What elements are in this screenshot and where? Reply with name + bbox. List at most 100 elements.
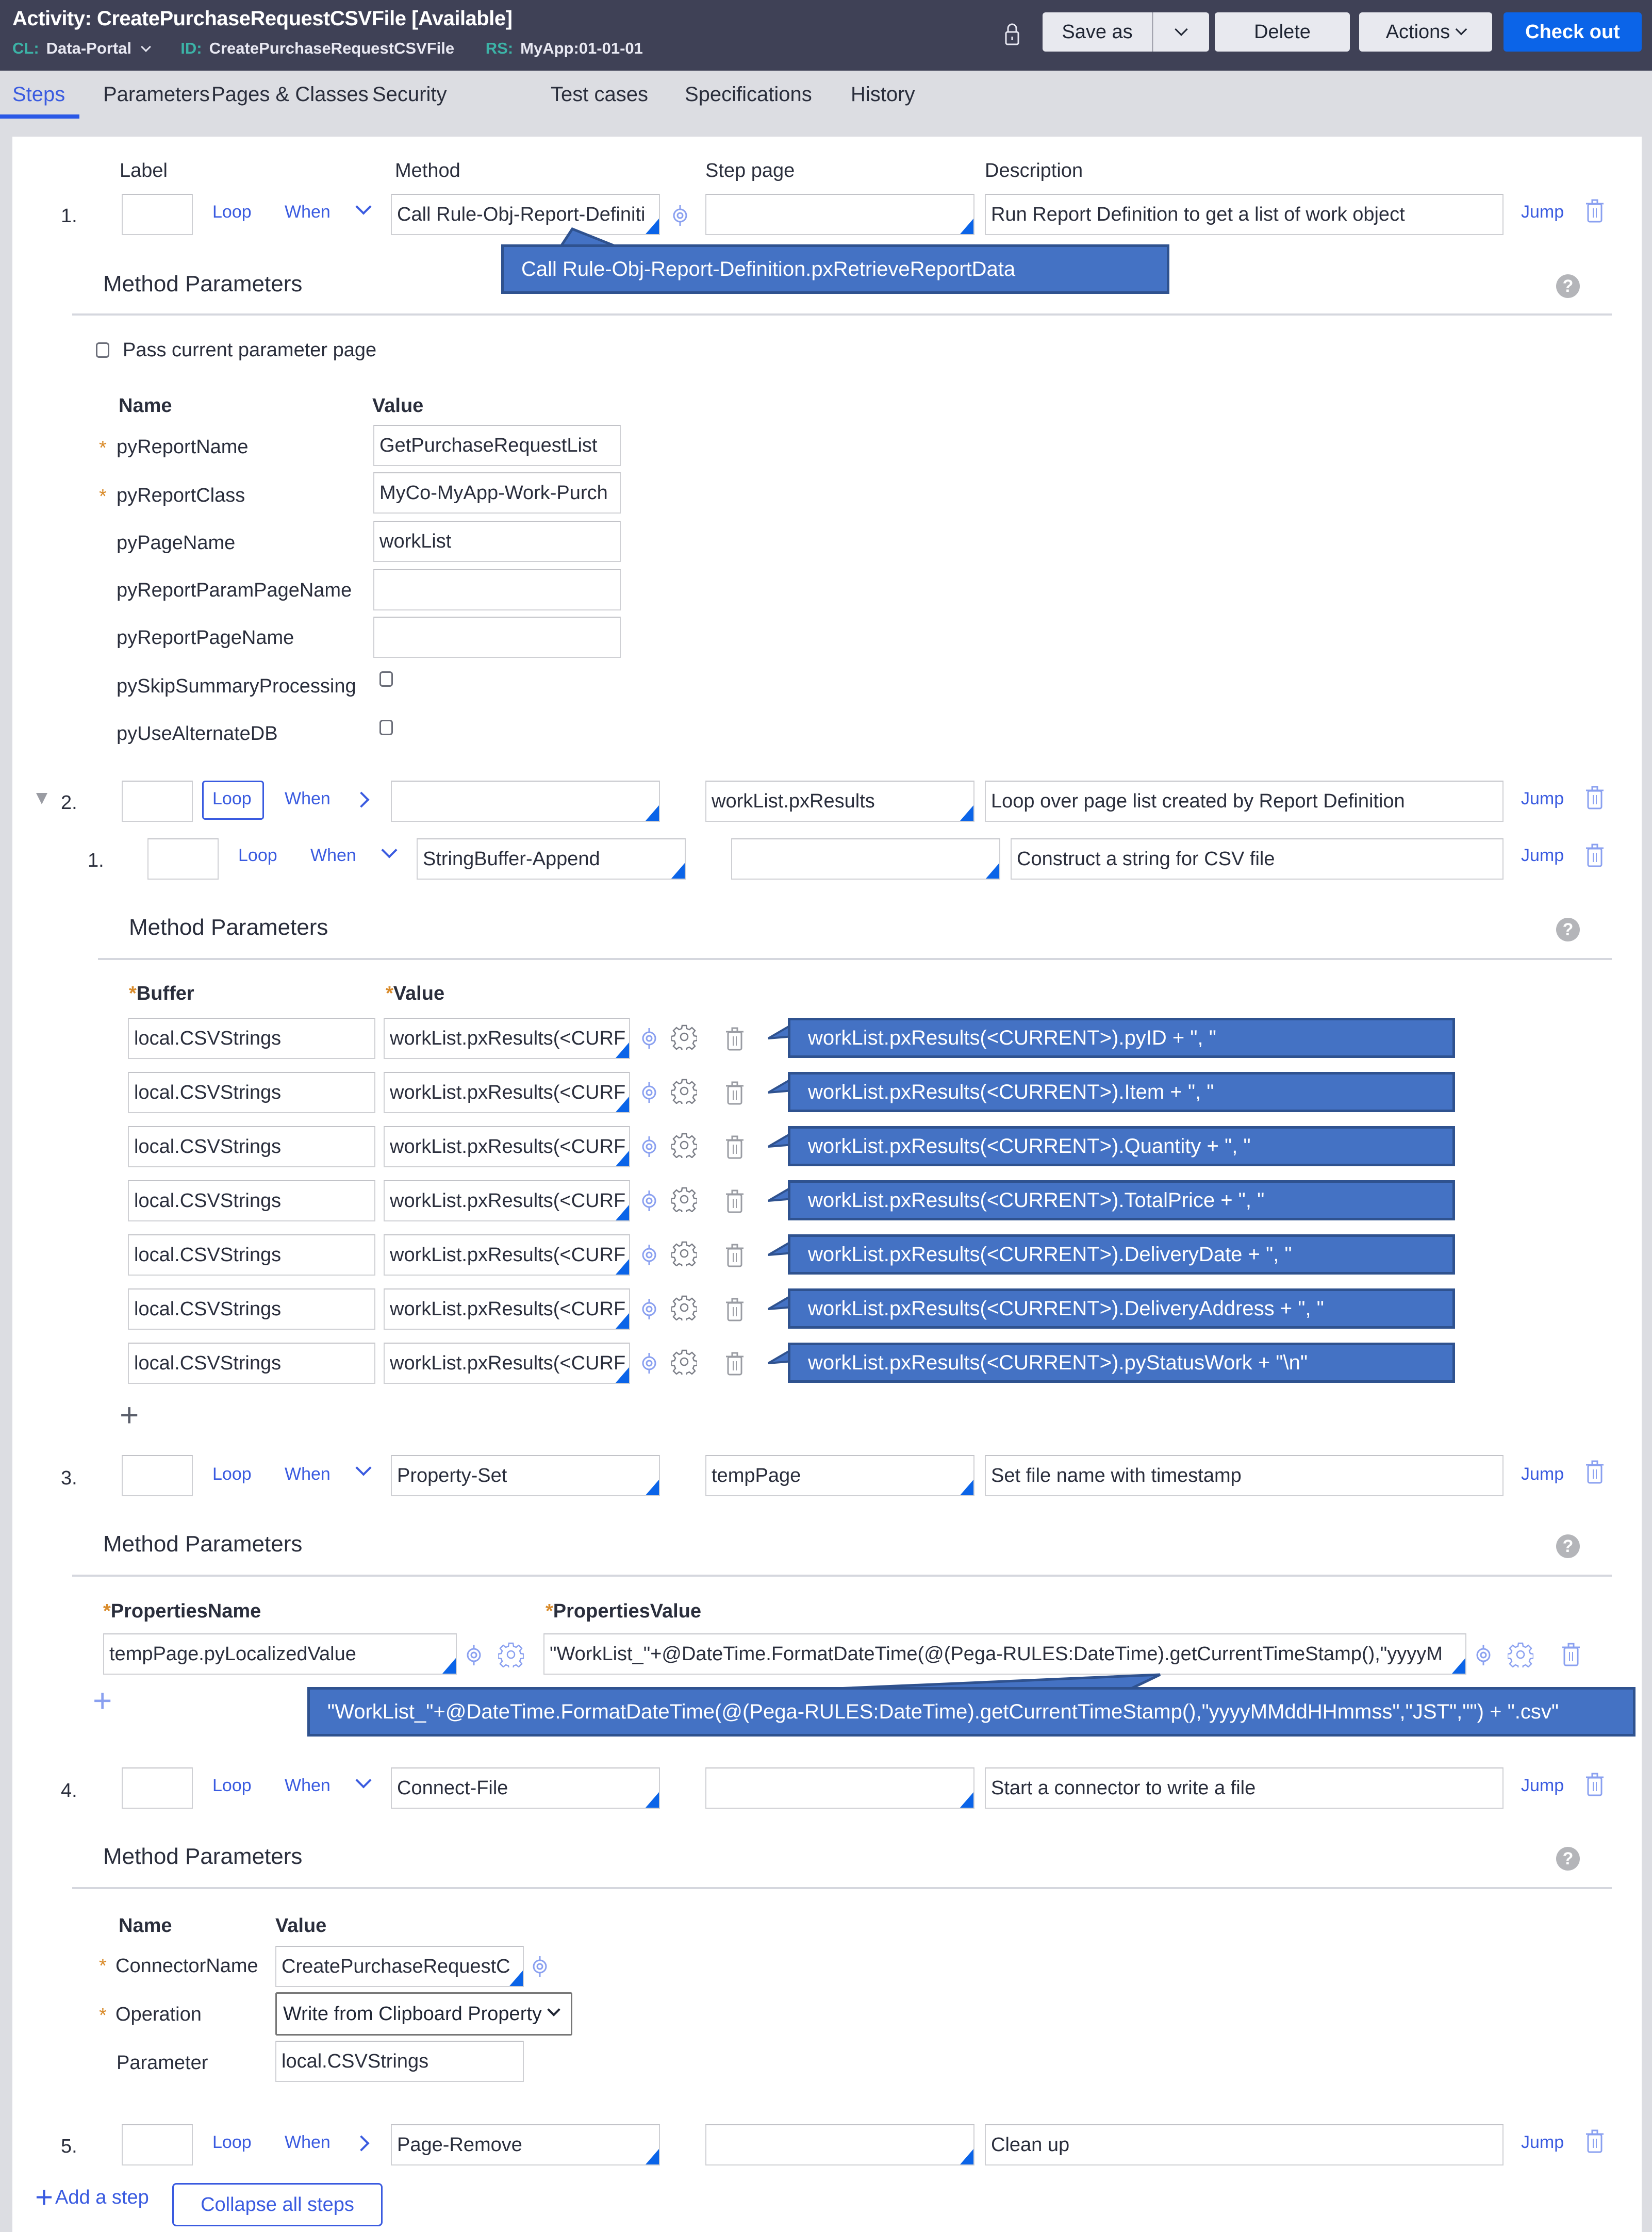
tab-parameters[interactable]: Parameters	[103, 83, 210, 106]
jump-link[interactable]: Jump	[1521, 789, 1564, 809]
delete-step-trash-icon[interactable]	[1586, 1773, 1604, 1797]
buffer-input[interactable]: local.CSVStrings	[128, 1018, 375, 1059]
properties-name-input[interactable]: tempPage.pyLocalizedValue	[103, 1633, 457, 1675]
step-label-input[interactable]	[147, 838, 219, 880]
tab-security[interactable]: Security	[372, 83, 447, 106]
gear-icon[interactable]	[671, 1295, 697, 1320]
step-page-input[interactable]	[705, 194, 974, 235]
buffer-input[interactable]: local.CSVStrings	[128, 1288, 375, 1330]
description-input[interactable]: Clean up	[985, 2124, 1504, 2165]
param-checkbox[interactable]	[379, 720, 393, 735]
loop-link[interactable]: Loop	[212, 202, 252, 222]
method-input[interactable]: Property-Set	[391, 1455, 660, 1496]
when-link[interactable]: When	[285, 1464, 331, 1484]
method-input[interactable]	[391, 781, 660, 822]
help-icon[interactable]: ?	[1556, 1847, 1580, 1871]
target-icon[interactable]	[638, 1297, 660, 1321]
step-label-input[interactable]	[122, 1455, 193, 1496]
step-label-input[interactable]	[122, 2124, 193, 2165]
value-input[interactable]: workList.pxResults(<CURF	[384, 1072, 630, 1113]
target-icon[interactable]	[529, 1954, 551, 1979]
properties-value-input[interactable]: "WorkList_"+@DateTime.FormatDateTime(@(P…	[543, 1633, 1466, 1675]
jump-link[interactable]: Jump	[1521, 1776, 1564, 1796]
pass-param-page-checkbox[interactable]	[96, 342, 109, 358]
jump-link[interactable]: Jump	[1521, 846, 1564, 866]
help-icon[interactable]: ?	[1556, 1534, 1580, 1558]
add-row-plus-icon[interactable]: +	[120, 1398, 139, 1431]
delete-row-trash-icon[interactable]	[726, 1081, 744, 1106]
gear-icon[interactable]	[671, 1186, 697, 1212]
target-icon[interactable]	[638, 1134, 660, 1159]
gear-icon[interactable]	[671, 1349, 697, 1375]
delete-row-trash-icon[interactable]	[726, 1298, 744, 1322]
description-input[interactable]: Construct a string for CSV file	[1011, 838, 1504, 880]
when-link[interactable]: When	[285, 1776, 331, 1796]
step-label-input[interactable]	[122, 194, 193, 235]
delete-row-trash-icon[interactable]	[726, 1352, 744, 1377]
help-icon[interactable]: ?	[1556, 274, 1580, 298]
param-value-input[interactable]: GetPurchaseRequestList	[373, 425, 621, 466]
buffer-input[interactable]: local.CSVStrings	[128, 1180, 375, 1221]
gear-icon[interactable]	[498, 1642, 524, 1667]
target-icon[interactable]	[638, 1080, 660, 1105]
operation-select[interactable]: Write from Clipboard Property	[275, 1992, 572, 2036]
delete-step-trash-icon[interactable]	[1586, 199, 1604, 224]
delete-row-trash-icon[interactable]	[726, 1135, 744, 1160]
tab-pages-classes[interactable]: Pages & Classes	[211, 83, 369, 106]
delete-step-trash-icon[interactable]	[1586, 844, 1604, 868]
description-input[interactable]: Set file name with timestamp	[985, 1455, 1504, 1496]
actions-button[interactable]: Actions	[1359, 12, 1492, 52]
description-input[interactable]: Run Report Definition to get a list of w…	[985, 194, 1504, 235]
delete-step-trash-icon[interactable]	[1586, 786, 1604, 811]
delete-row-trash-icon[interactable]	[1562, 1643, 1580, 1667]
param-value-input[interactable]: workList	[373, 521, 621, 562]
value-input[interactable]: workList.pxResults(<CURF	[384, 1288, 630, 1330]
loop-link[interactable]: Loop	[212, 2132, 252, 2153]
value-input[interactable]: workList.pxResults(<CURF	[384, 1018, 630, 1059]
step-label-input[interactable]	[122, 781, 193, 822]
loop-link[interactable]: Loop	[212, 789, 252, 809]
method-input[interactable]: Page-Remove	[391, 2124, 660, 2165]
buffer-input[interactable]: local.CSVStrings	[128, 1343, 375, 1384]
add-step-button[interactable]: + Add a step	[35, 2182, 149, 2213]
gear-icon[interactable]	[671, 1078, 697, 1104]
cl-chevron-down-icon[interactable]	[140, 42, 151, 52]
loop-link[interactable]: Loop	[238, 846, 277, 866]
tab-test-cases[interactable]: Test cases	[551, 83, 648, 106]
gear-icon[interactable]	[1508, 1642, 1533, 1667]
tab-history[interactable]: History	[851, 83, 915, 106]
step-page-input[interactable]	[705, 2124, 974, 2165]
when-link[interactable]: When	[285, 789, 331, 809]
delete-row-trash-icon[interactable]	[726, 1027, 744, 1052]
value-input[interactable]: workList.pxResults(<CURF	[384, 1343, 630, 1384]
collapse-all-steps-button[interactable]: Collapse all steps	[172, 2183, 383, 2226]
tab-steps[interactable]: Steps	[12, 83, 65, 106]
buffer-input[interactable]: local.CSVStrings	[128, 1072, 375, 1113]
method-input[interactable]: StringBuffer-Append	[417, 838, 686, 880]
when-link[interactable]: When	[285, 202, 331, 222]
jump-link[interactable]: Jump	[1521, 1464, 1564, 1484]
cl-value[interactable]: Data-Portal	[46, 39, 131, 57]
target-icon[interactable]	[638, 1243, 660, 1267]
param-value-input[interactable]	[373, 617, 621, 658]
buffer-input[interactable]: local.CSVStrings	[128, 1234, 375, 1276]
gear-icon[interactable]	[671, 1132, 697, 1158]
method-input[interactable]: Connect-File	[391, 1767, 660, 1809]
param-checkbox[interactable]	[379, 671, 393, 687]
when-link[interactable]: When	[285, 2132, 331, 2153]
loop-link[interactable]: Loop	[212, 1464, 252, 1484]
parameter-input[interactable]: local.CSVStrings	[275, 2041, 524, 2082]
jump-link[interactable]: Jump	[1521, 202, 1564, 222]
loop-link[interactable]: Loop	[212, 1776, 252, 1796]
connector-name-input[interactable]: CreatePurchaseRequestC	[275, 1946, 524, 1987]
gear-icon[interactable]	[671, 1024, 697, 1050]
description-input[interactable]: Start a connector to write a file	[985, 1767, 1504, 1809]
delete-step-trash-icon[interactable]	[1586, 2129, 1604, 2154]
save-as-dropdown-button[interactable]	[1152, 12, 1209, 52]
when-link[interactable]: When	[310, 846, 356, 866]
target-icon[interactable]	[638, 1351, 660, 1376]
delete-step-trash-icon[interactable]	[1586, 1460, 1604, 1485]
delete-row-trash-icon[interactable]	[726, 1189, 744, 1214]
add-row-plus-icon[interactable]: +	[93, 1684, 112, 1717]
tab-specifications[interactable]: Specifications	[685, 83, 812, 106]
